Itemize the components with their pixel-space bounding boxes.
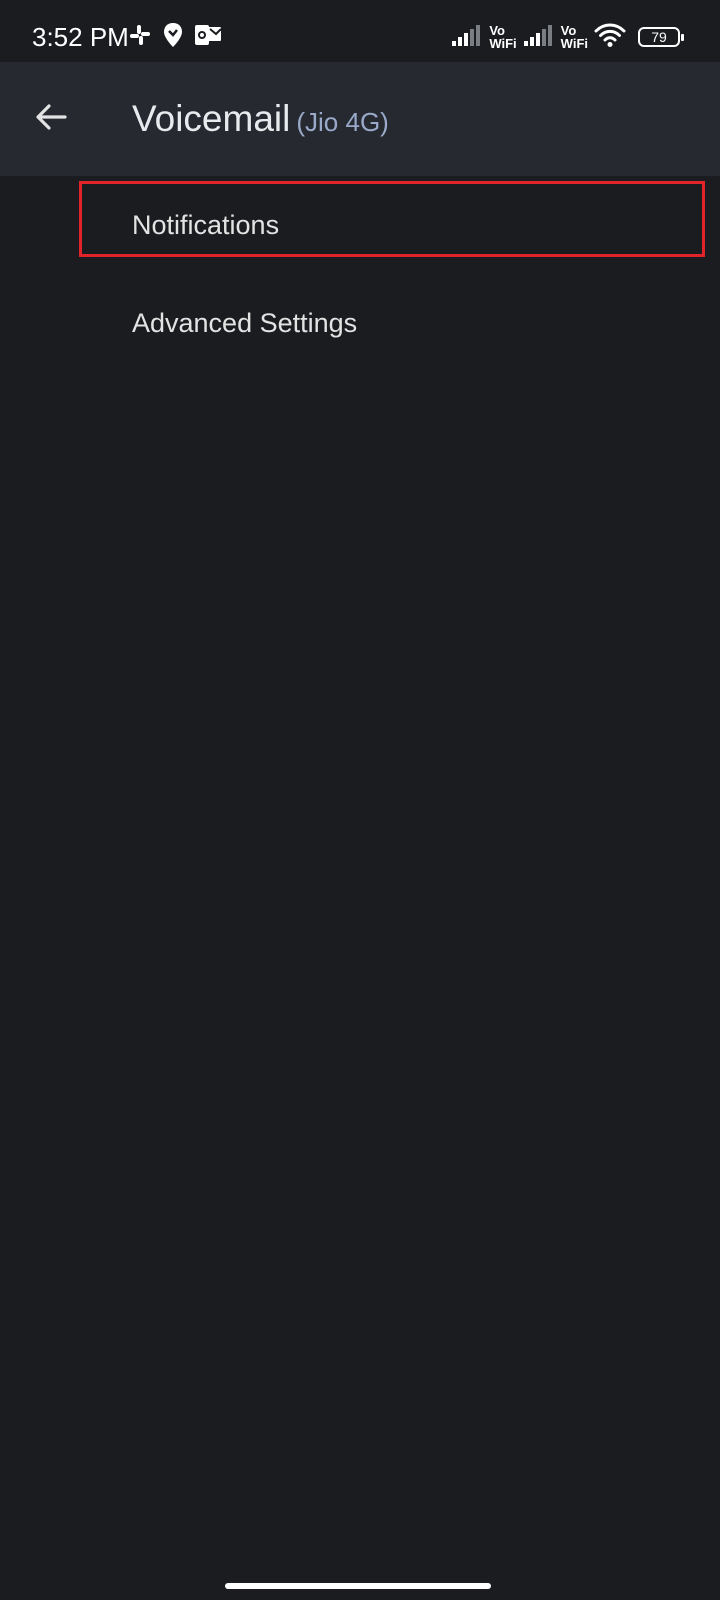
battery-level: 79 — [651, 29, 667, 45]
wifi-label: WiFi — [489, 36, 517, 51]
home-indicator[interactable] — [225, 1583, 491, 1589]
location-pin-icon — [162, 22, 184, 52]
list-item-advanced-settings[interactable]: Advanced Settings — [132, 308, 357, 339]
back-button[interactable] — [22, 90, 80, 148]
vowifi-icon: Vo WiFi — [561, 24, 588, 50]
back-arrow-icon — [35, 103, 67, 135]
status-time: 3:52 PM — [32, 22, 129, 52]
wifi-icon — [594, 22, 626, 52]
list-item-notifications[interactable]: Notifications — [132, 210, 279, 241]
notification-icons — [128, 23, 222, 51]
outlook-mail-icon — [194, 23, 222, 51]
slack-icon — [128, 23, 152, 51]
app-bar: Voicemail (Jio 4G) — [0, 62, 720, 176]
page-title: Voicemail (Jio 4G) — [132, 98, 389, 140]
status-bar: 3:52 PM Vo WiFi Vo WiFi 79 — [0, 0, 720, 62]
vowifi-icon: Vo WiFi — [489, 24, 516, 50]
signal-icon — [523, 23, 553, 51]
voicemail-settings-screen: 3:52 PM Vo WiFi Vo WiFi 79 Voicemail (Ji… — [0, 0, 720, 1600]
subtitle-text: (Jio 4G) — [296, 107, 389, 137]
system-status-icons: Vo WiFi Vo WiFi 79 — [451, 20, 684, 54]
wifi-label: WiFi — [560, 36, 588, 51]
battery-icon: 79 — [638, 27, 684, 47]
title-text: Voicemail — [132, 98, 291, 139]
signal-icon — [451, 23, 481, 51]
